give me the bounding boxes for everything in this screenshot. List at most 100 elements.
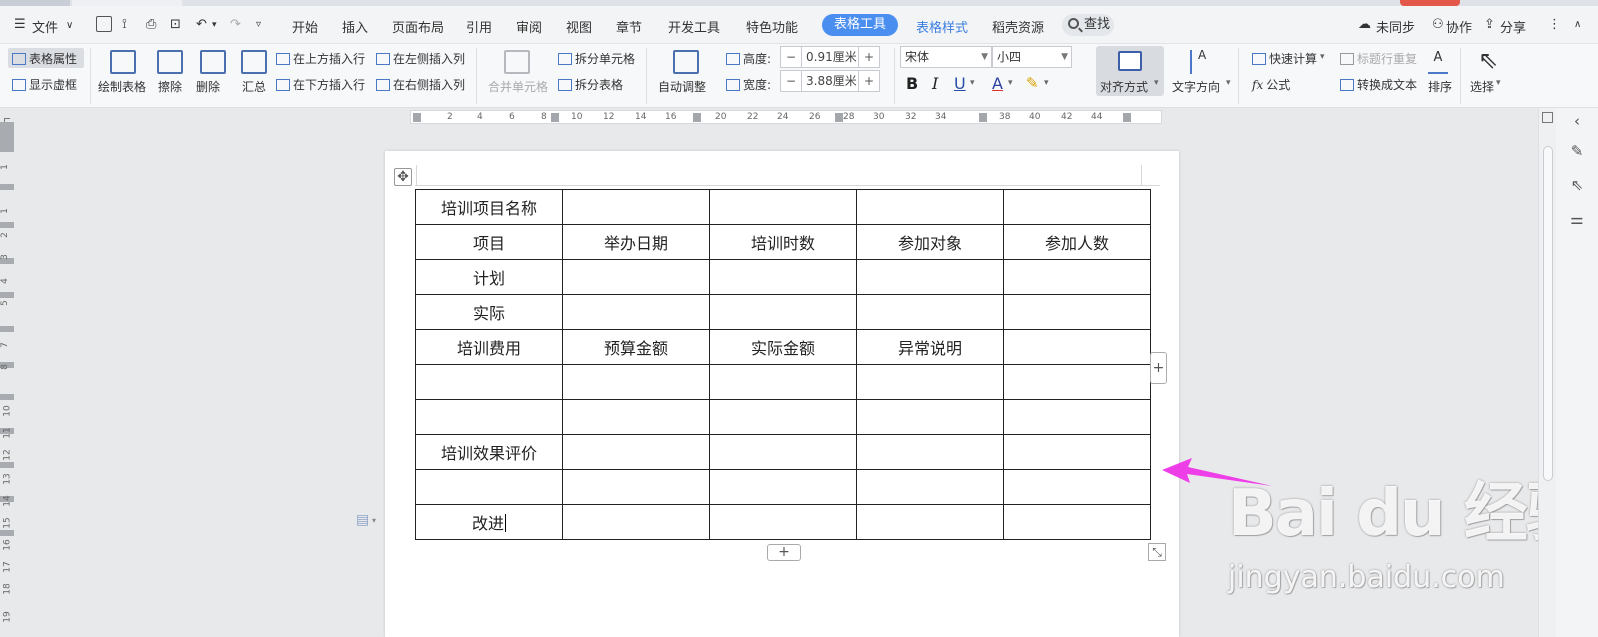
tab-review[interactable]: 审阅	[516, 17, 542, 36]
document-page[interactable]: ✥ 培训项目名称 项目 举办日期 培训时数 参加对象 参加人数 计划 实际 培训费用 预算金额 实际…	[385, 151, 1179, 637]
table-cell[interactable]	[709, 399, 857, 435]
highlight-icon[interactable]: ✎	[1026, 74, 1039, 92]
table-cell[interactable]	[709, 469, 857, 505]
table-cell[interactable]	[415, 399, 563, 435]
table-cell[interactable]: 培训时数	[709, 224, 857, 260]
tab-features[interactable]: 特色功能	[746, 17, 798, 36]
table-cell[interactable]: 参加人数	[1003, 224, 1151, 260]
format-painter-icon[interactable]: ⟟	[122, 17, 127, 32]
table-cell[interactable]	[856, 294, 1004, 330]
split-table-button[interactable]: 拆分表格	[558, 76, 623, 93]
tab-table-tools[interactable]: 表格工具	[822, 14, 899, 36]
chevron-down-icon[interactable]: ▾	[1226, 78, 1231, 88]
save-icon[interactable]	[96, 16, 112, 32]
redo-icon[interactable]: ↷	[230, 17, 241, 32]
quick-calc-button[interactable]: 快速计算	[1252, 50, 1317, 67]
height-increase[interactable]: +	[859, 47, 879, 67]
table-cell[interactable]	[1003, 504, 1151, 540]
collab-button[interactable]: 协作	[1446, 17, 1472, 36]
chevron-down-icon[interactable]: ▾	[1496, 78, 1501, 88]
width-decrease[interactable]: −	[781, 71, 801, 91]
unsync-button[interactable]: 未同步	[1376, 17, 1415, 36]
vertical-scrollbar[interactable]	[1538, 108, 1556, 637]
table-cell[interactable]	[709, 434, 857, 470]
ruler-indent-marker[interactable]	[413, 113, 421, 122]
table-cell[interactable]	[1003, 434, 1151, 470]
font-size-select[interactable]: 小四 ▼	[992, 46, 1072, 68]
table-cell[interactable]: 预算金额	[562, 329, 710, 365]
table-cell[interactable]	[1003, 469, 1151, 505]
table-move-handle[interactable]: ✥	[394, 168, 412, 186]
table-cell[interactable]: 举办日期	[562, 224, 710, 260]
insert-below-button[interactable]: 在下方插入行	[276, 76, 365, 93]
font-color-button[interactable]: A	[992, 74, 1003, 93]
table-cell[interactable]	[1003, 364, 1151, 400]
ruler-column-marker[interactable]	[979, 113, 987, 122]
table-cell[interactable]	[1003, 259, 1151, 295]
cursor-select-icon[interactable]: ⇖	[1568, 176, 1586, 194]
scrollbar-thumb[interactable]	[1543, 146, 1553, 481]
sort-button[interactable]: 排序	[1428, 78, 1452, 95]
width-increase[interactable]: +	[859, 71, 879, 91]
text-direction-button[interactable]: 文字方向	[1172, 78, 1220, 95]
search-button[interactable]: 查找	[1062, 14, 1114, 36]
underline-dropdown-icon[interactable]: ▾	[970, 78, 975, 88]
add-row-button[interactable]: +	[767, 544, 801, 561]
italic-button[interactable]: I	[932, 74, 938, 93]
table-cell[interactable]	[856, 259, 1004, 295]
delete-button[interactable]: 删除	[196, 78, 220, 95]
table-cell[interactable]	[562, 189, 710, 225]
height-decrease[interactable]: −	[781, 47, 801, 67]
table-cell[interactable]: 计划	[415, 259, 563, 295]
summary-button[interactable]: 汇总	[242, 78, 266, 95]
table-cell[interactable]	[415, 469, 563, 505]
customize-icon[interactable]: ▿	[256, 19, 261, 30]
edit-pen-icon[interactable]: ✎	[1568, 142, 1586, 160]
table-cell[interactable]	[562, 364, 710, 400]
share-button[interactable]: 分享	[1500, 17, 1526, 36]
table-cell[interactable]: 实际	[415, 294, 563, 330]
table-cell[interactable]	[562, 399, 710, 435]
table-cell[interactable]	[562, 434, 710, 470]
split-view-icon[interactable]	[1542, 112, 1553, 123]
ruler-column-marker[interactable]	[835, 113, 843, 122]
width-stepper[interactable]: −3.88厘米 +	[780, 70, 880, 92]
table-resize-handle[interactable]: ⤡	[1148, 543, 1166, 561]
width-value[interactable]: 3.88厘米	[801, 71, 859, 91]
bold-button[interactable]: B	[906, 74, 918, 93]
font-select[interactable]: 宋体 ▼	[900, 46, 992, 68]
auto-adjust-button[interactable]: 自动调整	[658, 78, 706, 95]
chevron-down-icon[interactable]: ∨	[66, 20, 73, 31]
ruler-column-marker[interactable]	[551, 113, 559, 122]
undo-icon[interactable]: ↶	[196, 17, 207, 32]
print-preview-icon[interactable]: ⊡	[170, 17, 181, 32]
title-repeat-button[interactable]: 标题行重复	[1340, 50, 1417, 67]
chevron-down-icon[interactable]: ▾	[372, 516, 376, 525]
split-cells-button[interactable]: 拆分单元格	[558, 50, 635, 67]
table-cell[interactable]	[1003, 189, 1151, 225]
table-cell[interactable]	[709, 294, 857, 330]
insert-right-button[interactable]: 在右侧插入列	[376, 76, 465, 93]
ruler-column-marker[interactable]	[1123, 113, 1131, 122]
table-cell[interactable]	[1003, 399, 1151, 435]
table-cell[interactable]: 参加对象	[856, 224, 1004, 260]
table-cell[interactable]	[1003, 294, 1151, 330]
font-color-dropdown-icon[interactable]: ▾	[1008, 78, 1013, 88]
add-column-button[interactable]: +	[1150, 352, 1167, 384]
align-button[interactable]: 对齐方式 ▾	[1096, 46, 1164, 96]
highlight-dropdown-icon[interactable]: ▾	[1044, 78, 1049, 88]
height-stepper[interactable]: −0.91厘米 +	[780, 46, 880, 68]
tab-insert[interactable]: 插入	[342, 17, 368, 36]
table-cell[interactable]: 异常说明	[856, 329, 1004, 365]
insert-left-button[interactable]: 在左侧插入列	[376, 50, 465, 67]
table-cell[interactable]	[562, 259, 710, 295]
height-value[interactable]: 0.91厘米	[801, 47, 859, 67]
more-icon[interactable]: ⋮	[1548, 17, 1561, 32]
chevron-down-icon[interactable]: ▾	[1320, 52, 1325, 62]
table-cell[interactable]: 改进	[415, 504, 563, 540]
show-gridlines-button[interactable]: 显示虚框	[12, 76, 77, 93]
collapse-panel-icon[interactable]: ‹	[1568, 112, 1586, 130]
table-cell[interactable]: 培训费用	[415, 329, 563, 365]
table-cell[interactable]	[415, 364, 563, 400]
tab-chapter[interactable]: 章节	[616, 17, 642, 36]
